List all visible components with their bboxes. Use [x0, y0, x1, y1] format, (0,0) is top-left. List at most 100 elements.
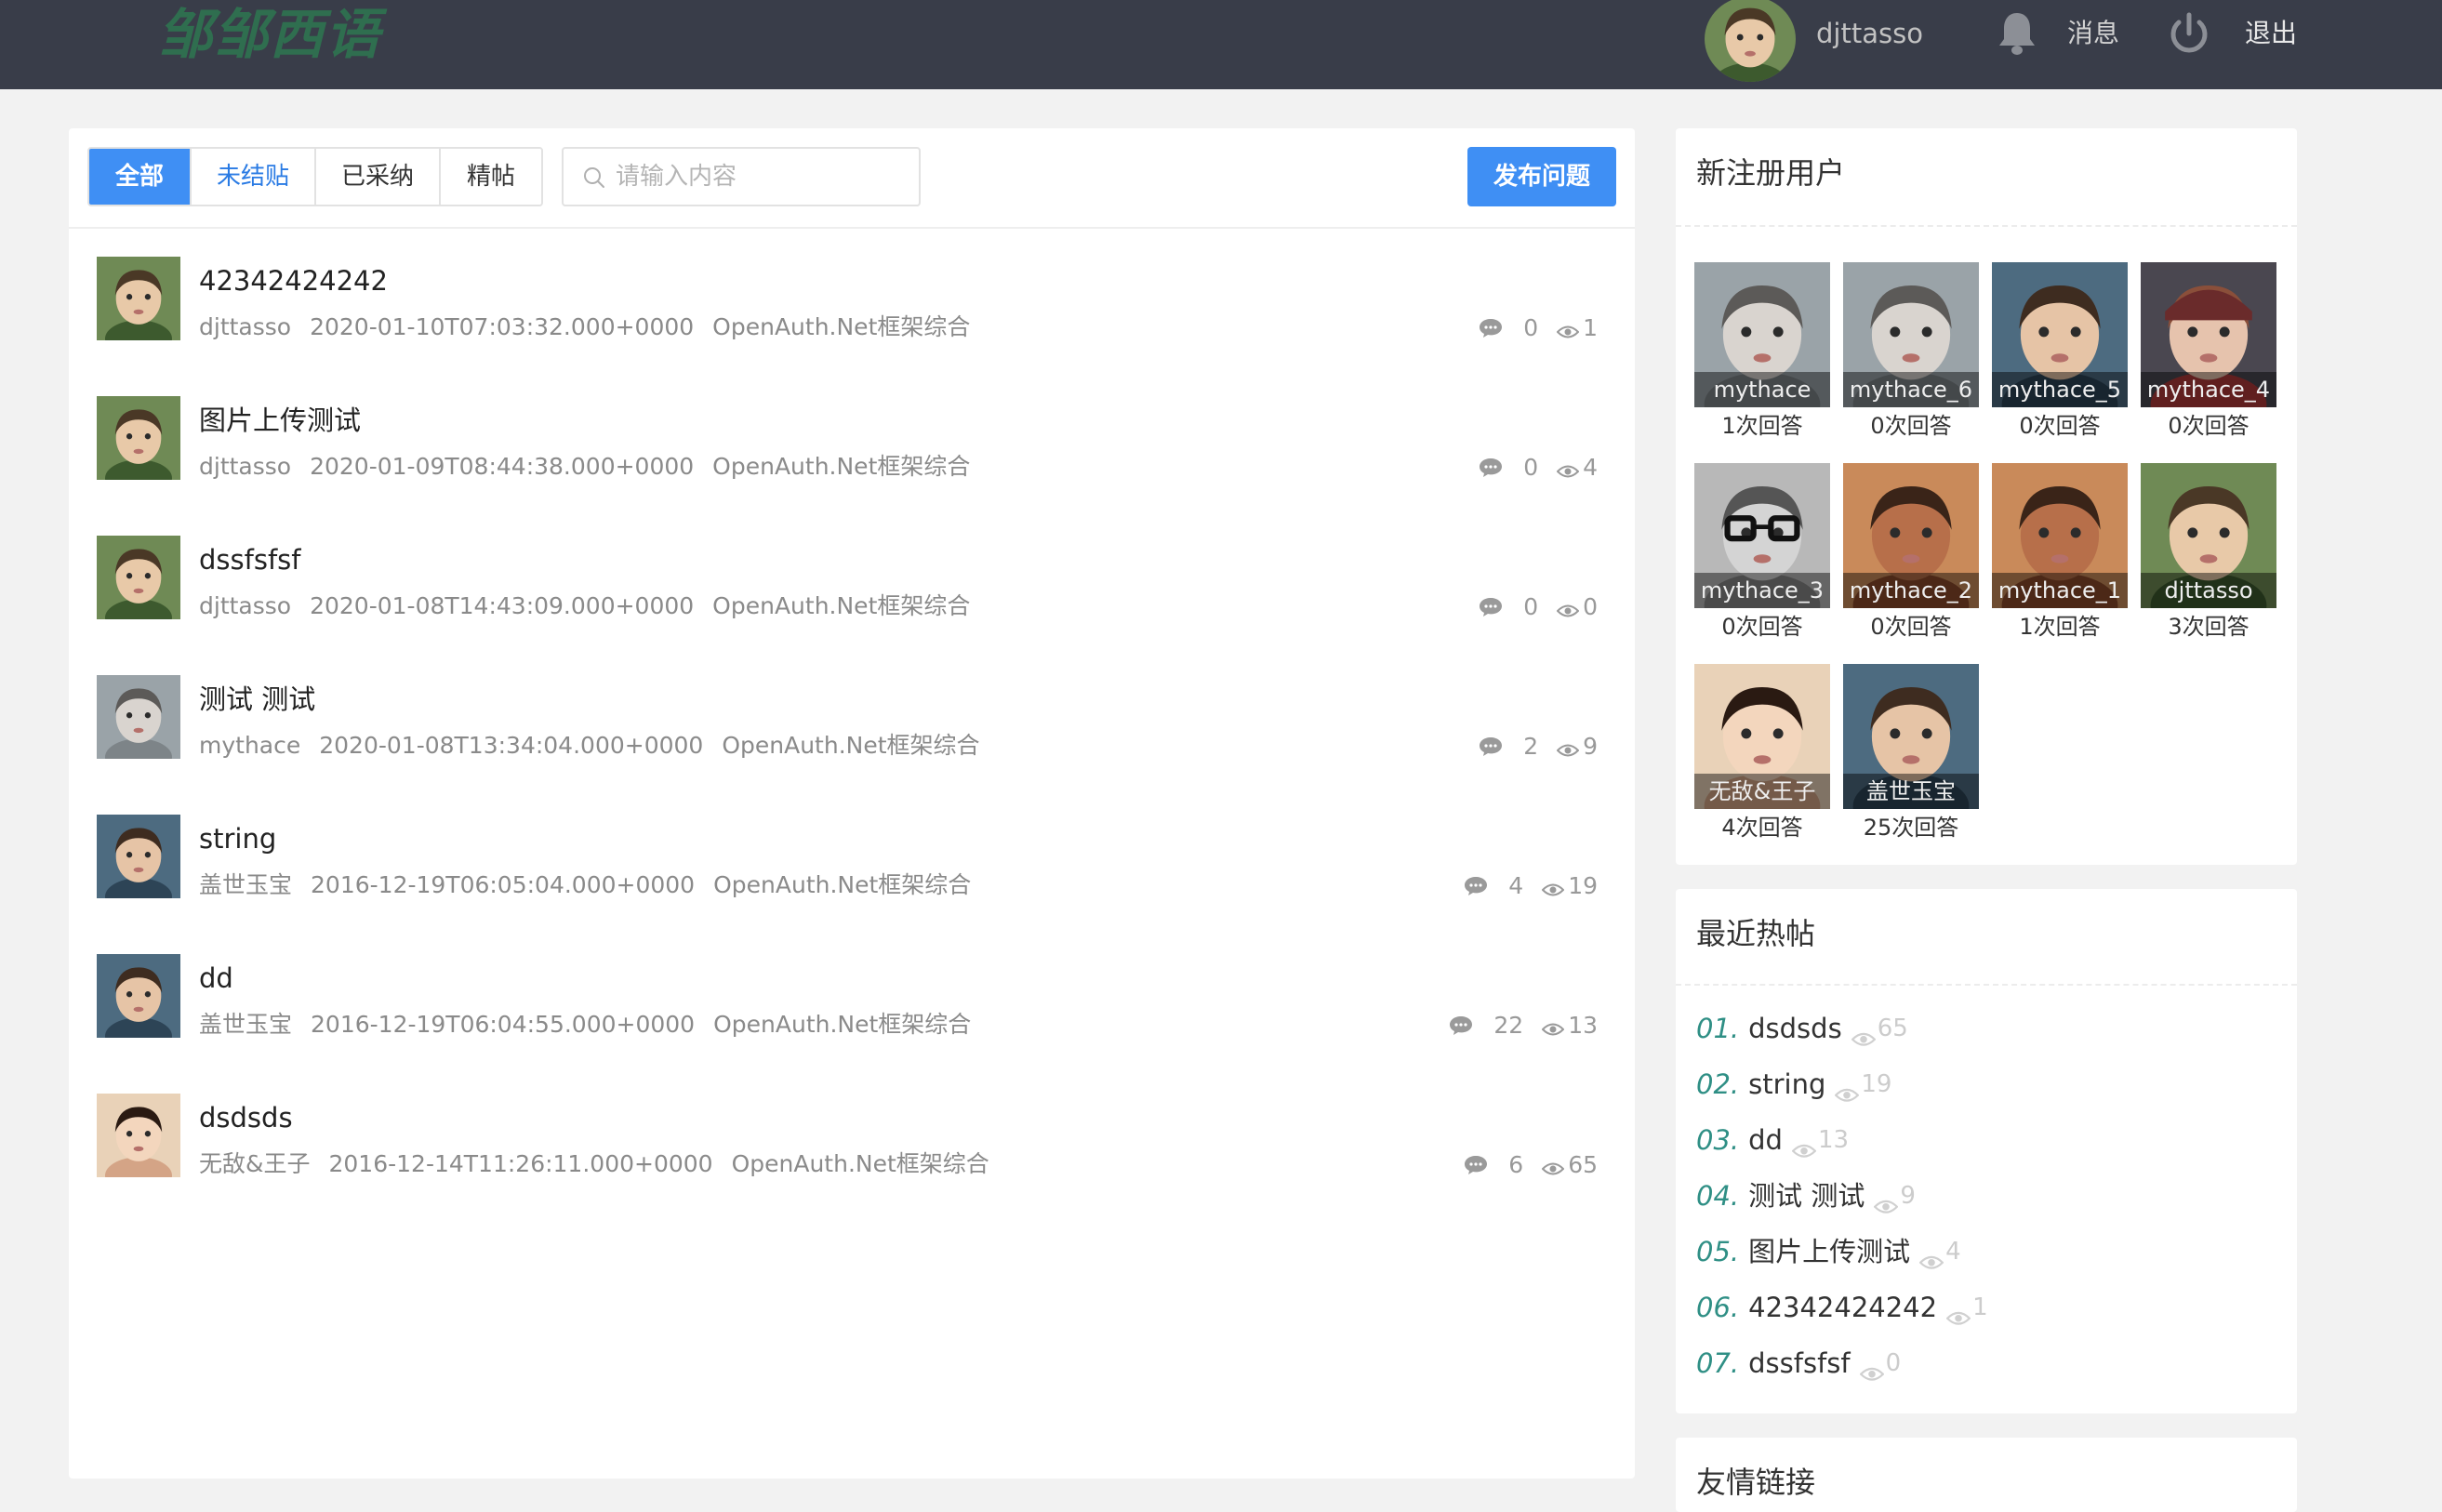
search-input[interactable] [616, 156, 904, 197]
hot-post-title[interactable]: dssfsfsf [1748, 1345, 1850, 1382]
new-user-name[interactable]: mythace [1694, 372, 1830, 407]
post-author-avatar[interactable] [97, 396, 180, 480]
post-row[interactable]: dsdsds 无敌&王子 2016-12-14T11:26:11.000+0000 O… [69, 1094, 1635, 1233]
hot-post-item[interactable]: 03. dd 13 [1696, 1121, 1849, 1159]
hot-post-rank: 05. [1696, 1236, 1740, 1267]
top-navbar: 邹邹西语 djttasso 消息 退出 [0, 0, 2442, 89]
hot-post-title[interactable]: dd [1748, 1121, 1783, 1159]
tab-all[interactable]: 全部 [89, 149, 192, 205]
user-avatar[interactable] [1705, 0, 1796, 82]
post-row[interactable]: string 盖世玉宝 2016-12-19T06:05:04.000+0000 Op… [69, 815, 1635, 954]
post-title[interactable]: 测试 测试 [199, 683, 315, 716]
post-category[interactable]: OpenAuth.Net框架综合 [732, 1150, 989, 1177]
new-user-name[interactable]: mythace_5 [1992, 372, 2128, 407]
new-user-name[interactable]: mythace_3 [1694, 573, 1830, 608]
post-title[interactable]: dssfsfsf [199, 543, 300, 577]
hot-post-title[interactable]: 图片上传测试 [1748, 1233, 1910, 1270]
new-user-name[interactable]: mythace_1 [1992, 573, 2128, 608]
comment-icon [1479, 596, 1503, 617]
publish-question-button[interactable]: 发布问题 [1467, 147, 1616, 206]
site-logo[interactable]: 邹邹西语 [158, 2, 381, 67]
new-user-item[interactable]: mythace 1次回答 [1694, 262, 1830, 444]
post-row[interactable]: dd 盖世玉宝 2016-12-19T06:04:55.000+0000 OpenAu… [69, 954, 1635, 1094]
new-user-item[interactable]: mythace_6 0次回答 [1843, 262, 1979, 444]
post-category[interactable]: OpenAuth.Net框架综合 [722, 732, 979, 759]
post-author[interactable]: djttasso [199, 592, 291, 619]
new-user-item[interactable]: djttasso 3次回答 [2141, 463, 2276, 645]
post-title[interactable]: 42342424242 [199, 264, 388, 298]
new-user-name[interactable]: 盖世玉宝 [1843, 774, 1979, 809]
post-author[interactable]: djttasso [199, 453, 291, 480]
hot-post-item[interactable]: 07. dssfsfsf 0 [1696, 1345, 1901, 1382]
post-time: 2020-01-09T08:44:38.000+0000 [310, 453, 695, 480]
new-user-name[interactable]: 无敌&王子 [1694, 774, 1830, 809]
post-author[interactable]: mythace [199, 732, 300, 759]
new-user-item[interactable]: 盖世玉宝 25次回答 [1843, 664, 1979, 846]
post-author-avatar[interactable] [97, 1094, 180, 1177]
post-category[interactable]: OpenAuth.Net框架综合 [712, 592, 970, 619]
new-user-name[interactable]: mythace_6 [1843, 372, 1979, 407]
post-row[interactable]: 42342424242 djttasso 2020-01-10T07:03:32.0… [69, 257, 1635, 396]
messages-link[interactable]: 消息 [2067, 15, 2119, 52]
eye-icon [1556, 598, 1580, 617]
new-user-name[interactable]: mythace_2 [1843, 573, 1979, 608]
post-time: 2016-12-19T06:05:04.000+0000 [311, 871, 696, 898]
post-title[interactable]: dsdsds [199, 1101, 293, 1134]
hot-post-item[interactable]: 04. 测试 测试 9 [1696, 1177, 1916, 1214]
post-author[interactable]: 无敌&王子 [199, 1150, 311, 1177]
post-author[interactable]: 盖世玉宝 [199, 1011, 292, 1038]
new-user-item[interactable]: mythace_4 0次回答 [2141, 262, 2276, 444]
new-user-item[interactable]: mythace_5 0次回答 [1992, 262, 2128, 444]
new-user-item[interactable]: mythace_3 0次回答 [1694, 463, 1830, 645]
post-category[interactable]: OpenAuth.Net框架综合 [713, 1011, 971, 1038]
post-title[interactable]: string [199, 822, 276, 855]
new-user-item[interactable]: 无敌&王子 4次回答 [1694, 664, 1830, 846]
eye-icon [1541, 1016, 1565, 1036]
post-meta: djttasso 2020-01-10T07:03:32.000+0000 Open… [199, 312, 989, 342]
hot-post-views: 0 [1885, 1349, 1902, 1377]
tab-unsolved[interactable]: 未结贴 [192, 149, 316, 205]
post-stats: 29 [1479, 731, 1598, 761]
view-count: 0 [1583, 592, 1598, 620]
post-row[interactable]: 图片上传测试 djttasso 2020-01-09T08:44:38.000+00… [69, 396, 1635, 536]
hot-post-title[interactable]: 42342424242 [1748, 1289, 1937, 1326]
hot-post-item[interactable]: 02. string 19 [1696, 1066, 1891, 1103]
post-title[interactable]: 图片上传测试 [199, 404, 361, 437]
post-author-avatar[interactable] [97, 257, 180, 340]
post-time: 2020-01-08T14:43:09.000+0000 [310, 592, 695, 619]
hot-post-title[interactable]: string [1748, 1066, 1825, 1103]
bell-icon[interactable] [1991, 7, 2043, 60]
post-author-avatar[interactable] [97, 675, 180, 759]
post-title[interactable]: dd [199, 962, 233, 995]
hot-post-item[interactable]: 06. 42342424242 1 [1696, 1289, 1988, 1326]
hot-post-rank: 02. [1696, 1068, 1740, 1100]
hot-post-rank: 03. [1696, 1124, 1740, 1156]
post-row[interactable]: 测试 测试 mythace 2020-01-08T13:34:04.000+0000… [69, 675, 1635, 815]
post-category[interactable]: OpenAuth.Net框架综合 [712, 313, 970, 340]
hot-post-item[interactable]: 01. dsdsds 65 [1696, 1010, 1908, 1047]
tab-featured[interactable]: 精帖 [441, 149, 541, 205]
tab-accepted[interactable]: 已采纳 [316, 149, 441, 205]
new-user-item[interactable]: mythace_1 1次回答 [1992, 463, 2128, 645]
post-category[interactable]: OpenAuth.Net框架综合 [713, 871, 971, 898]
post-category[interactable]: OpenAuth.Net框架综合 [712, 453, 970, 480]
eye-icon [1541, 1156, 1565, 1175]
new-user-item[interactable]: mythace_2 0次回答 [1843, 463, 1979, 645]
new-user-name[interactable]: mythace_4 [2141, 372, 2276, 407]
post-author-avatar[interactable] [97, 954, 180, 1038]
hot-post-item[interactable]: 05. 图片上传测试 4 [1696, 1233, 1961, 1270]
new-user-name[interactable]: djttasso [2141, 573, 2276, 608]
new-user-answer-count: 25次回答 [1863, 815, 1959, 841]
post-author[interactable]: 盖世玉宝 [199, 871, 292, 898]
comment-icon [1479, 736, 1503, 756]
post-author-avatar[interactable] [97, 815, 180, 898]
post-author[interactable]: djttasso [199, 313, 291, 340]
logout-link[interactable]: 退出 [2245, 15, 2297, 52]
username-link[interactable]: djttasso [1816, 15, 1923, 52]
post-time: 2020-01-10T07:03:32.000+0000 [310, 313, 695, 340]
hot-post-title[interactable]: dsdsds [1748, 1010, 1842, 1047]
post-row[interactable]: dssfsfsf djttasso 2020-01-08T14:43:09.000+… [69, 536, 1635, 675]
power-icon[interactable] [2165, 7, 2213, 60]
hot-post-title[interactable]: 测试 测试 [1748, 1177, 1865, 1214]
post-author-avatar[interactable] [97, 536, 180, 619]
